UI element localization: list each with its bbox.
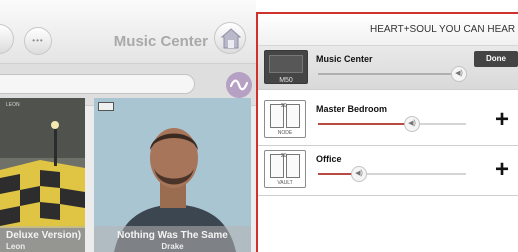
volume-fill [318,123,412,125]
album-title: Deluxe Version) [6,230,82,241]
door-shape [286,154,300,178]
volume-slider[interactable]: ◀) [318,66,467,82]
device-label: M50 [279,77,293,84]
home-button[interactable] [214,22,246,54]
album-caption: Nothing Was The Same Drake [94,226,251,252]
volume-thumb[interactable]: ◀) [451,66,467,82]
volume-thumb[interactable]: ◀) [351,166,367,182]
vault-device-icon: 20 VAULT [264,150,306,188]
node-device-icon: 20 NODE [264,100,306,138]
album-artist: Leon [6,242,26,251]
album-label: LEON [6,102,20,108]
source-button[interactable] [226,72,252,98]
album-artist: Drake [161,242,184,251]
zone-row-music-center[interactable]: M50 Music Center ◀) Done [258,46,518,90]
volume-slider[interactable]: ◀) [318,116,466,132]
top-bar: ••• Music Center [0,0,256,64]
zone-name: Music Center [316,54,373,64]
volume-thumb[interactable]: ◀) [404,116,420,132]
album-tile[interactable]: Nothing Was The Same Drake [94,98,251,252]
zone-name: Master Bedroom [316,104,388,114]
add-zone-button[interactable]: + [492,108,512,132]
back-button[interactable] [0,24,14,54]
done-button[interactable]: Done [474,51,518,67]
zone-panel: HEART+SOUL YOU CAN HEAR M50 Music Center… [256,12,518,252]
zone-row-master-bedroom[interactable]: 20 NODE Master Bedroom ◀) + [258,96,518,146]
album-caption: Deluxe Version) Leon [0,226,85,252]
device-body [269,55,303,73]
zone-row-office[interactable]: 20 VAULT Office ◀) + [258,146,518,196]
search-input[interactable] [0,74,195,94]
door-shape [286,104,300,128]
zone-name: Office [316,154,342,164]
volume-slider[interactable]: ◀) [318,166,466,182]
album-title: Nothing Was The Same [117,230,228,241]
device-label: VAULT [277,180,293,186]
add-zone-button[interactable]: + [492,158,512,182]
volume-fill [318,73,459,75]
m50-device-icon: M50 [264,50,308,84]
wave-icon [230,79,248,91]
menu-button[interactable]: ••• [24,27,52,55]
brand-tagline: HEART+SOUL YOU CAN HEAR [370,24,516,35]
brand-header: HEART+SOUL YOU CAN HEAR [258,14,518,46]
more-icon: ••• [32,36,44,45]
house-icon [220,28,242,49]
device-number: 20 [281,103,287,109]
parental-advisory-icon [98,102,114,111]
device-number: 20 [281,153,287,159]
page-title: Music Center [113,33,208,50]
music-center-pane: ••• Music Center LEON Deluxe Version) Le… [0,0,256,252]
device-label: NODE [277,130,293,136]
album-tile[interactable]: LEON Deluxe Version) Leon [0,98,85,252]
